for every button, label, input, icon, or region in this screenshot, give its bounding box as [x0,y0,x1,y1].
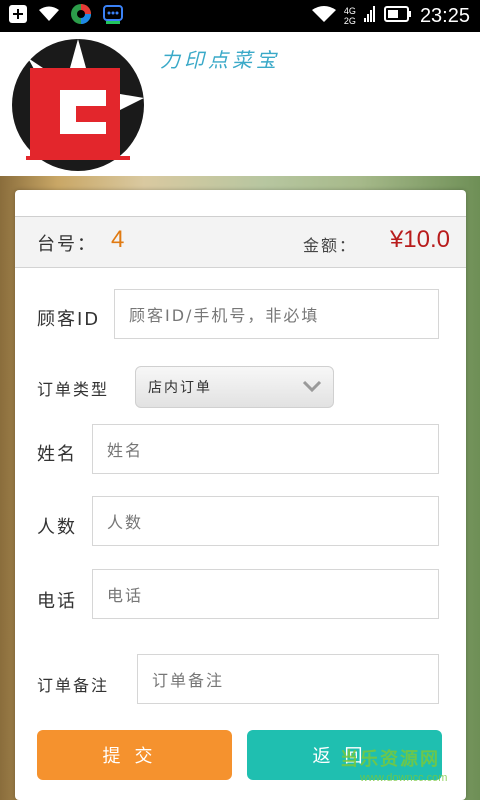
wifi-icon [38,5,60,27]
name-label: 姓名 [37,444,77,465]
table-label: 台号： [37,234,97,255]
clock: 23:25 [419,4,470,27]
name-input[interactable]: 姓名 [92,424,439,474]
remark-input[interactable]: 订单备注 [137,654,439,704]
header: 力印点菜宝 [0,32,480,176]
order-type-label: 订单类型 [37,380,110,399]
phone-label: 电话 [37,591,77,612]
signal-icon [363,4,376,28]
battery-icon [383,6,412,26]
order-type-select[interactable]: 店内订单 [135,366,334,408]
order-type-value: 店内订单 [148,380,212,396]
card-top-strip [15,190,466,217]
plus-icon [8,4,28,28]
app-title: 力印点菜宝 [160,48,280,72]
phone-input[interactable]: 电话 [92,569,439,619]
chevron-down-icon [301,375,323,401]
network-type: 4G 2G [344,6,356,26]
colorful-app-icon [70,3,92,29]
network-top: 4G [343,6,356,16]
amount-label: 金额： [303,236,358,255]
remark-label: 订单备注 [37,676,110,695]
submit-button[interactable]: 提交 [37,730,232,780]
table-number: 4 [111,226,125,253]
people-label: 人数 [37,517,77,538]
order-card: 台号： 4 金额： ¥10.0 顾客ID 顾客ID/手机号，非必填 订单类型 店… [15,190,466,800]
status-bar: 4G 2G 23:25 [0,0,480,32]
app-logo [8,38,148,172]
amount-value: ¥10.0 [389,226,450,253]
people-input[interactable]: 人数 [92,496,439,546]
network-bottom: 2G [343,16,356,26]
chat-icon [102,3,124,29]
wifi-icon [311,5,336,27]
customer-id-label: 顾客ID [37,309,101,330]
watermark: 当乐资源网 [340,749,440,770]
watermark-url: www.downcc.com [360,772,448,784]
customer-id-input[interactable]: 顾客ID/手机号，非必填 [114,289,439,339]
order-info-bar: 台号： 4 金额： ¥10.0 [15,217,466,268]
